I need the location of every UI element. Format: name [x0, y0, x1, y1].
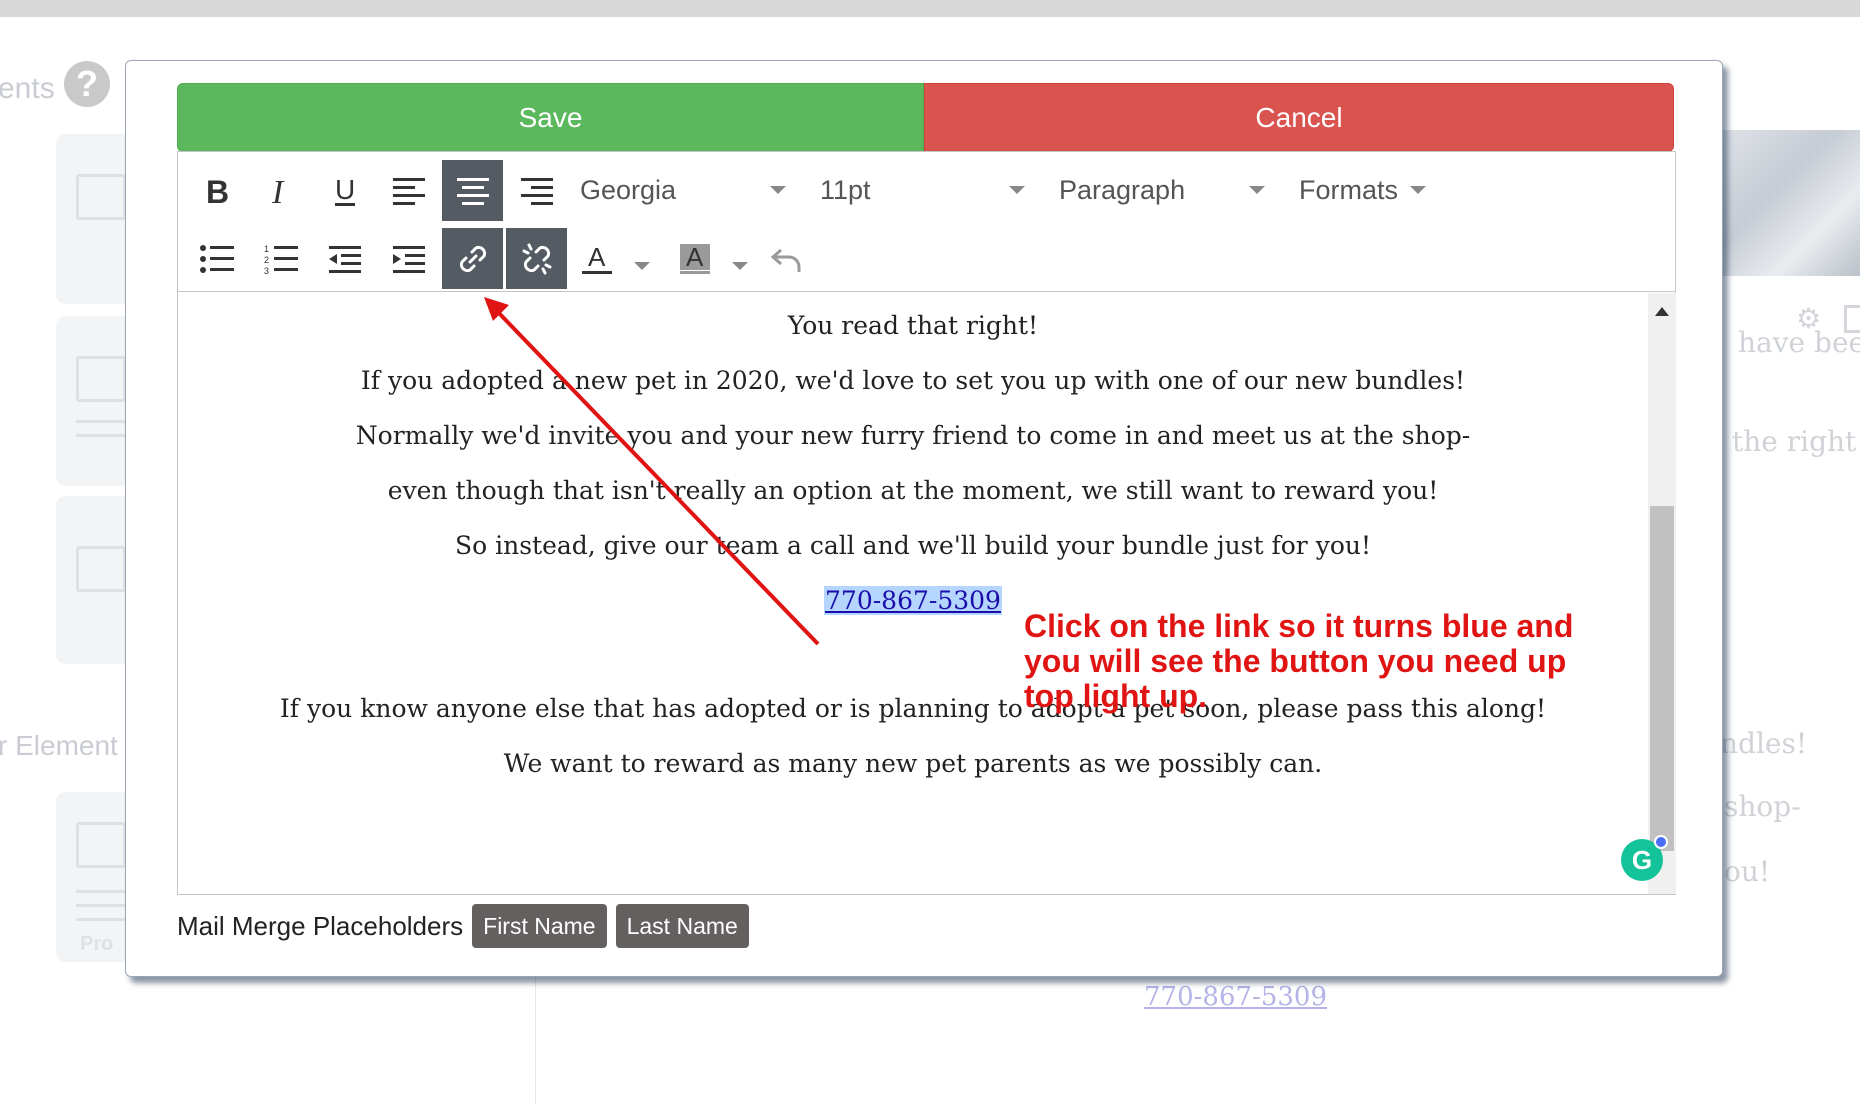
- bg-color-letter: A: [686, 242, 704, 272]
- bg-card-icon: [76, 174, 126, 220]
- align-left-icon[interactable]: [378, 160, 439, 221]
- bg-phone-link: 770-867-5309: [1144, 982, 1327, 1012]
- chevron-down-icon[interactable]: [732, 262, 748, 270]
- bg-text-fragment: the right: [1732, 425, 1857, 458]
- browser-top-bar: [0, 0, 1860, 17]
- rich-text-editor: B I U Georgia 11pt Paragraph Formats 1 2…: [177, 151, 1676, 895]
- svg-text:2: 2: [264, 255, 269, 265]
- font-size-select[interactable]: 11pt: [820, 170, 871, 210]
- cancel-button[interactable]: Cancel: [924, 83, 1674, 152]
- editor-toolbar: B I U Georgia 11pt Paragraph Formats 1 2…: [178, 152, 1675, 292]
- block-format-value: Paragraph: [1059, 174, 1186, 205]
- content-line: Normally we'd invite you and your new fu…: [355, 421, 1471, 450]
- bg-text-fragment: have been: [1738, 326, 1860, 359]
- save-button[interactable]: Save: [177, 83, 924, 152]
- formats-menu[interactable]: Formats: [1299, 170, 1398, 210]
- bg-text-fragment: shop-: [1724, 790, 1801, 823]
- bg-text-fragment: ou!: [1724, 855, 1771, 888]
- mail-merge-bar: Mail Merge Placeholders First Name Last …: [177, 904, 758, 948]
- background-color-icon[interactable]: A: [672, 228, 718, 289]
- chevron-down-icon[interactable]: [1249, 186, 1265, 194]
- outdent-icon[interactable]: [314, 228, 375, 289]
- chevron-down-icon[interactable]: [634, 262, 650, 270]
- svg-text:B: B: [206, 176, 229, 206]
- insert-link-icon[interactable]: [442, 228, 503, 289]
- bg-text-fragment: ndles!: [1720, 727, 1808, 760]
- annotation-callout: Click on the link so it turns blue and y…: [1024, 608, 1574, 714]
- bg-other-elements-heading: r Element: [0, 730, 118, 761]
- bg-card-label: Pro: [80, 933, 114, 955]
- grammarly-status-dot: [1654, 835, 1668, 849]
- content-line: If you adopted a new pet in 2020, we'd l…: [360, 366, 1466, 395]
- scroll-up-arrow-icon[interactable]: [1655, 307, 1669, 316]
- font-size-value: 11pt: [820, 174, 871, 205]
- bullet-list-icon[interactable]: [186, 228, 247, 289]
- bg-card-image-icon: [76, 822, 126, 868]
- editor-content[interactable]: You read that right! If you adopted a ne…: [178, 293, 1648, 894]
- content-line: You read that right!: [787, 311, 1039, 340]
- unlink-icon[interactable]: [506, 228, 567, 289]
- font-family-select[interactable]: Georgia: [580, 170, 676, 210]
- align-center-icon[interactable]: [442, 160, 503, 221]
- chevron-down-icon[interactable]: [1009, 186, 1025, 194]
- bold-icon[interactable]: B: [186, 160, 247, 221]
- formats-label: Formats: [1299, 174, 1399, 205]
- underline-icon[interactable]: U: [314, 160, 375, 221]
- content-line: even though that isn't really an option …: [387, 476, 1439, 505]
- content-line: We want to reward as many new pet parent…: [503, 749, 1323, 778]
- italic-icon[interactable]: I: [250, 160, 311, 221]
- editor-scrollbar[interactable]: [1648, 293, 1676, 894]
- bg-card-image-icon: [76, 546, 126, 592]
- help-icon[interactable]: ?: [64, 61, 110, 107]
- bg-card-icon: [76, 356, 126, 402]
- first-name-placeholder-button[interactable]: First Name: [472, 904, 607, 948]
- chevron-down-icon[interactable]: [770, 186, 786, 194]
- align-right-icon[interactable]: [506, 160, 567, 221]
- scrollbar-thumb[interactable]: [1650, 506, 1674, 851]
- bg-elements-heading: ents: [0, 72, 55, 105]
- bg-divider: [535, 960, 536, 1104]
- undo-icon[interactable]: [764, 228, 810, 289]
- indent-icon[interactable]: [378, 228, 439, 289]
- text-color-letter: A: [588, 242, 606, 272]
- bg-card-line: [76, 420, 126, 423]
- bg-card-line: [76, 890, 126, 893]
- svg-text:I: I: [271, 176, 285, 206]
- mail-merge-label: Mail Merge Placeholders: [177, 910, 464, 941]
- bg-card-line: [76, 918, 126, 921]
- last-name-placeholder-button[interactable]: Last Name: [615, 904, 749, 948]
- bg-card-line: [76, 434, 126, 437]
- svg-text:3: 3: [264, 266, 269, 274]
- svg-text:1: 1: [264, 244, 269, 254]
- chevron-down-icon[interactable]: [1410, 186, 1426, 194]
- bg-card-line: [76, 904, 126, 907]
- text-color-icon[interactable]: A: [574, 228, 620, 289]
- bg-photo: [1722, 130, 1860, 276]
- block-format-select[interactable]: Paragraph: [1059, 170, 1185, 210]
- phone-link[interactable]: 770-867-5309: [824, 586, 1002, 615]
- action-buttons: Save Cancel: [177, 83, 1674, 152]
- content-line: So instead, give our team a call and we'…: [454, 531, 1372, 560]
- font-family-value: Georgia: [580, 174, 677, 205]
- numbered-list-icon[interactable]: 123: [250, 228, 311, 289]
- svg-text:U: U: [335, 175, 355, 205]
- editor-modal: Save Cancel B I U Georgia 11pt Paragraph…: [125, 60, 1723, 977]
